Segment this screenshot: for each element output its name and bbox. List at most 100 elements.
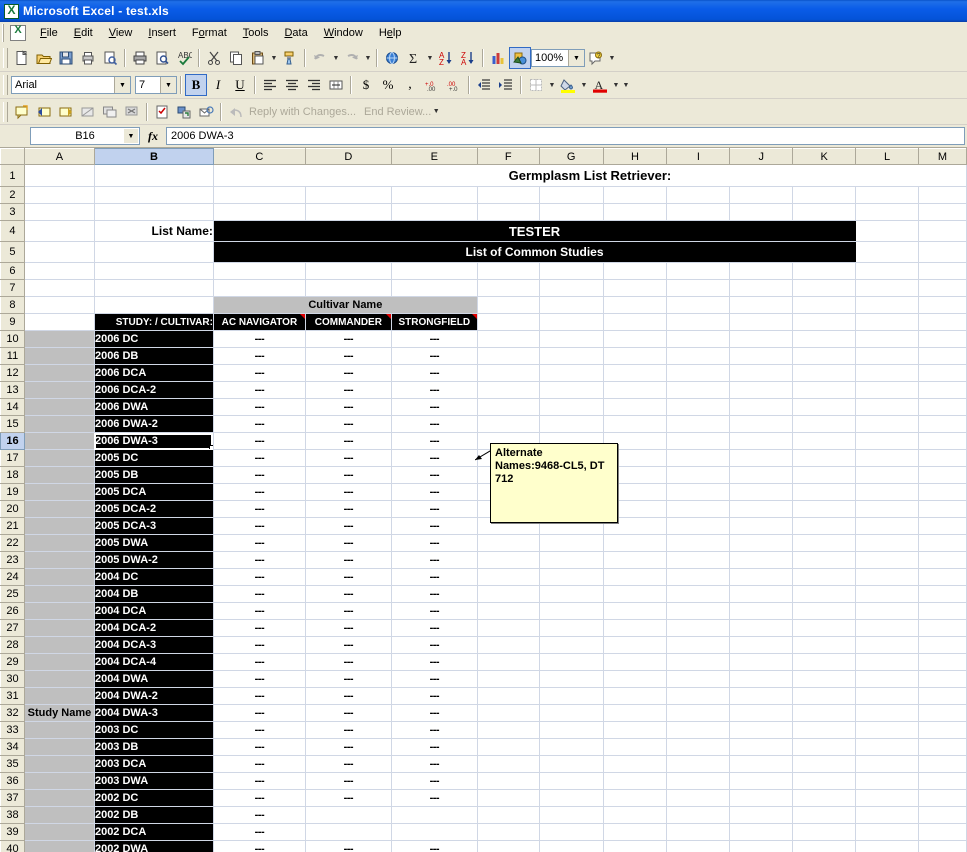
cell-A2[interactable] [24, 186, 95, 204]
cell-A40[interactable] [24, 840, 95, 852]
font-name-combo[interactable]: Arial ▼ [11, 76, 131, 94]
cell-M30[interactable] [918, 670, 967, 688]
cell-F6[interactable] [477, 262, 540, 280]
cell-H30[interactable] [603, 670, 668, 688]
cell-I35[interactable] [666, 755, 731, 773]
cell-L6[interactable] [855, 262, 919, 280]
cell-C1-title[interactable]: Germplasm List Retriever: [213, 164, 967, 187]
cell-E9-cultivar-strongfield[interactable]: STRONGFIELD [391, 313, 478, 331]
cell-H33[interactable] [603, 721, 668, 739]
cell-F8[interactable] [477, 296, 540, 314]
cell-K26[interactable] [792, 602, 857, 620]
fill-color-icon[interactable] [557, 74, 579, 96]
undo-icon[interactable] [309, 47, 331, 69]
cell-H36[interactable] [603, 772, 668, 790]
cell-D19[interactable]: --- [305, 483, 392, 501]
cell-G22[interactable] [539, 534, 604, 552]
row-header-8[interactable]: 8 [0, 296, 25, 314]
cell-J14[interactable] [729, 398, 794, 416]
cell-G26[interactable] [539, 602, 604, 620]
cell-F24[interactable] [477, 568, 540, 586]
cell-E15[interactable]: --- [391, 415, 478, 433]
row-header-28[interactable]: 28 [0, 636, 25, 654]
cell-B27-study[interactable]: 2004 DCA-2 [94, 619, 214, 637]
format-painter-icon[interactable] [279, 47, 301, 69]
cell-I25[interactable] [666, 585, 731, 603]
column-header-C[interactable]: C [212, 148, 306, 165]
cell-C31[interactable]: --- [213, 687, 306, 705]
cell-J2[interactable] [729, 186, 794, 204]
bold-button[interactable]: B [185, 74, 207, 96]
cell-H9[interactable] [603, 313, 668, 331]
cell-J21[interactable] [729, 517, 794, 535]
cell-A30[interactable] [24, 670, 95, 688]
cell-L11[interactable] [855, 347, 919, 365]
cell-F30[interactable] [477, 670, 540, 688]
cell-C33[interactable]: --- [213, 721, 306, 739]
menu-file[interactable]: File [32, 25, 66, 41]
cell-M26[interactable] [918, 602, 967, 620]
cell-C29[interactable]: --- [213, 653, 306, 671]
cell-I30[interactable] [666, 670, 731, 688]
cell-A33[interactable] [24, 721, 95, 739]
cell-L37[interactable] [855, 789, 919, 807]
cell-L7[interactable] [855, 279, 919, 297]
cell-L38[interactable] [855, 806, 919, 824]
cell-F7[interactable] [477, 279, 540, 297]
cell-M33[interactable] [918, 721, 967, 739]
row-header-21[interactable]: 21 [0, 517, 25, 535]
cell-D33[interactable]: --- [305, 721, 392, 739]
increase-indent-icon[interactable] [495, 74, 517, 96]
cell-A1[interactable] [24, 164, 95, 187]
paste-icon[interactable] [247, 47, 269, 69]
cell-B10-study[interactable]: 2006 DC [94, 330, 214, 348]
cell-I29[interactable] [666, 653, 731, 671]
cell-B38-study[interactable]: 2002 DB [94, 806, 214, 824]
cell-A16[interactable] [24, 432, 95, 450]
cell-B37-study[interactable]: 2002 DC [94, 789, 214, 807]
cell-L12[interactable] [855, 364, 919, 382]
menu-insert[interactable]: Insert [140, 25, 184, 41]
cell-H27[interactable] [603, 619, 668, 637]
autosum-dropdown-arrow[interactable]: ▼ [425, 47, 435, 69]
cell-L3[interactable] [855, 203, 919, 221]
cell-H24[interactable] [603, 568, 668, 586]
cell-B22-study[interactable]: 2005 DWA [94, 534, 214, 552]
cell-G38[interactable] [539, 806, 604, 824]
cell-M13[interactable] [918, 381, 967, 399]
italic-button[interactable]: I [207, 74, 229, 96]
insert-function-icon[interactable]: fx [140, 129, 166, 144]
cell-J32[interactable] [729, 704, 794, 722]
name-box-dropdown-arrow[interactable]: ▼ [124, 129, 138, 143]
row-header-36[interactable]: 36 [0, 772, 25, 790]
redo-icon[interactable] [341, 47, 363, 69]
cell-L4[interactable] [855, 220, 919, 242]
cell-J25[interactable] [729, 585, 794, 603]
cell-B17-study[interactable]: 2005 DC [94, 449, 214, 467]
cell-I8[interactable] [666, 296, 731, 314]
cell-E34[interactable]: --- [391, 738, 478, 756]
name-box[interactable]: B16 ▼ [30, 127, 140, 145]
cell-C22[interactable]: --- [213, 534, 306, 552]
cell-C25[interactable]: --- [213, 585, 306, 603]
reply-icon[interactable] [225, 101, 247, 123]
cell-I20[interactable] [666, 500, 731, 518]
cell-D20[interactable]: --- [305, 500, 392, 518]
next-comment-icon[interactable] [55, 101, 77, 123]
row-header-3[interactable]: 3 [0, 203, 25, 221]
column-header-F[interactable]: F [476, 148, 540, 165]
cell-K14[interactable] [792, 398, 857, 416]
cell-G9[interactable] [539, 313, 604, 331]
cell-M10[interactable] [918, 330, 967, 348]
cell-D29[interactable]: --- [305, 653, 392, 671]
column-header-H[interactable]: H [602, 148, 668, 165]
increase-decimal-icon[interactable]: +.0.00 [421, 74, 443, 96]
menu-window[interactable]: Window [316, 25, 371, 41]
cell-G31[interactable] [539, 687, 604, 705]
cell-E27[interactable]: --- [391, 619, 478, 637]
cell-C17[interactable]: --- [213, 449, 306, 467]
row-header-7[interactable]: 7 [0, 279, 25, 297]
cell-E35[interactable]: --- [391, 755, 478, 773]
cell-J39[interactable] [729, 823, 794, 841]
cell-K16[interactable] [792, 432, 857, 450]
